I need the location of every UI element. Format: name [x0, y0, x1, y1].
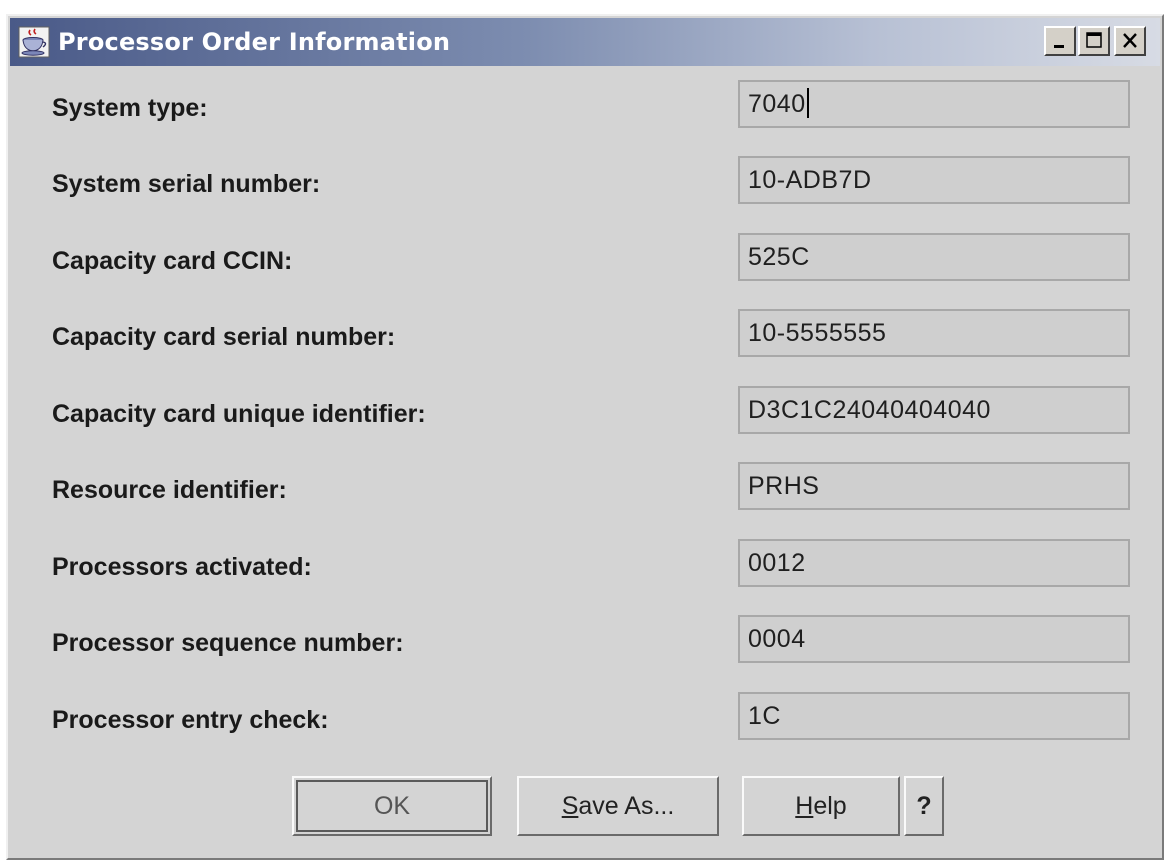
help-button[interactable]: Help: [742, 776, 900, 836]
ok-button-label: OK: [373, 792, 411, 820]
close-button[interactable]: [1114, 26, 1146, 56]
processor-order-dialog: Processor Order Information System type:…: [6, 14, 1164, 860]
processor-entry-check-field[interactable]: 1C: [738, 692, 1130, 740]
minimize-icon: [1054, 45, 1064, 48]
capacity-card-serial-number-label: Capacity card serial number:: [52, 323, 396, 351]
processors-activated-value: 0012: [748, 549, 806, 577]
system-type-label: System type:: [52, 94, 208, 122]
capacity-card-unique-identifier-value: D3C1C24040404040: [748, 396, 991, 424]
help-mnemonic: H: [795, 792, 814, 820]
capacity-card-serial-number-value: 10-5555555: [748, 319, 887, 347]
system-serial-number-field[interactable]: 10-ADB7D: [738, 156, 1130, 204]
system-type-field[interactable]: 7040: [738, 80, 1130, 128]
save-as-label: ave As...: [578, 792, 675, 820]
maximize-button[interactable]: [1078, 26, 1110, 56]
resource-identifier-label: Resource identifier:: [52, 476, 287, 504]
java-coffee-cup-icon: [18, 26, 50, 58]
text-caret: [806, 88, 809, 119]
save-as-mnemonic: S: [561, 792, 579, 820]
processors-activated-label: Processors activated:: [52, 553, 312, 581]
minimize-button[interactable]: [1044, 26, 1076, 56]
title-bar[interactable]: Processor Order Information: [10, 18, 1160, 66]
processor-sequence-number-field[interactable]: 0004: [738, 615, 1130, 663]
processor-entry-check-value: 1C: [748, 702, 781, 730]
question-mark-icon: ?: [916, 792, 932, 820]
system-serial-number-value: 10-ADB7D: [748, 166, 872, 194]
capacity-card-ccin-label: Capacity card CCIN:: [52, 247, 293, 275]
ok-button[interactable]: OK: [292, 776, 492, 836]
processor-sequence-number-value: 0004: [748, 625, 806, 653]
save-as-button[interactable]: Save As...: [517, 776, 719, 836]
capacity-card-unique-identifier-field[interactable]: D3C1C24040404040: [738, 386, 1130, 434]
resource-identifier-value: PRHS: [748, 472, 820, 500]
context-help-button[interactable]: ?: [904, 776, 944, 836]
capacity-card-unique-identifier-label: Capacity card unique identifier:: [52, 400, 426, 428]
system-serial-number-label: System serial number:: [52, 170, 321, 198]
capacity-card-ccin-value: 525C: [748, 243, 810, 271]
help-label: elp: [813, 792, 847, 820]
maximize-icon: [1086, 32, 1102, 48]
processors-activated-field[interactable]: 0012: [738, 539, 1130, 587]
capacity-card-ccin-field[interactable]: 525C: [738, 233, 1130, 281]
close-icon: [1123, 33, 1137, 48]
processor-sequence-number-label: Processor sequence number:: [52, 629, 404, 657]
window-title: Processor Order Information: [58, 28, 451, 56]
resource-identifier-field[interactable]: PRHS: [738, 462, 1130, 510]
processor-entry-check-label: Processor entry check:: [52, 706, 329, 734]
capacity-card-serial-number-field[interactable]: 10-5555555: [738, 309, 1130, 357]
system-type-value: 7040: [748, 90, 806, 118]
